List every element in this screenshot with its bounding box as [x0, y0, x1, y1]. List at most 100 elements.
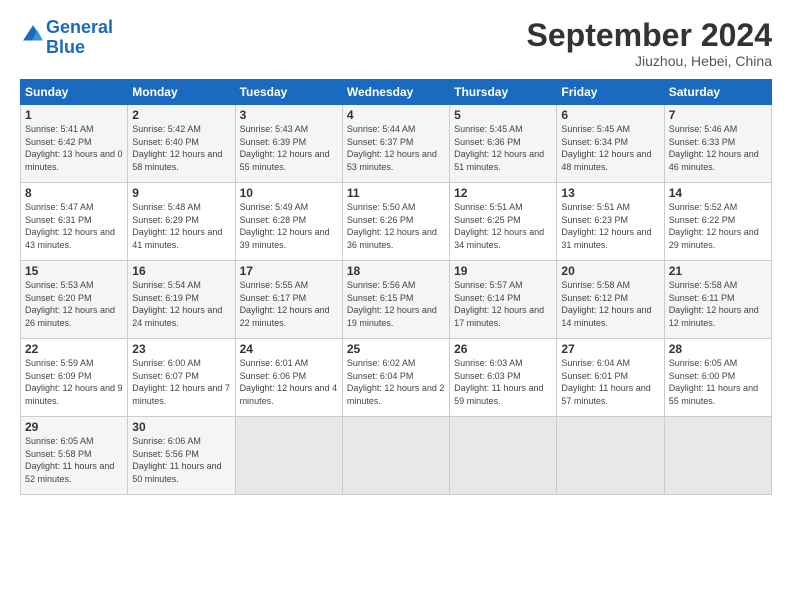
logo-text-general: General	[46, 18, 113, 38]
day-info: Sunrise: 5:58 AMSunset: 6:11 PMDaylight:…	[669, 279, 767, 329]
title-section: September 2024 Jiuzhou, Hebei, China	[527, 18, 772, 69]
calendar-cell: 2 Sunrise: 5:42 AMSunset: 6:40 PMDayligh…	[128, 105, 235, 183]
day-number: 25	[347, 342, 445, 356]
day-number: 27	[561, 342, 659, 356]
calendar-cell: 7 Sunrise: 5:46 AMSunset: 6:33 PMDayligh…	[664, 105, 771, 183]
day-number: 1	[25, 108, 123, 122]
day-info: Sunrise: 5:49 AMSunset: 6:28 PMDaylight:…	[240, 201, 338, 251]
calendar-cell: 28 Sunrise: 6:05 AMSunset: 6:00 PMDaylig…	[664, 339, 771, 417]
day-info: Sunrise: 5:55 AMSunset: 6:17 PMDaylight:…	[240, 279, 338, 329]
calendar-cell: 1 Sunrise: 5:41 AMSunset: 6:42 PMDayligh…	[21, 105, 128, 183]
day-info: Sunrise: 6:01 AMSunset: 6:06 PMDaylight:…	[240, 357, 338, 407]
day-info: Sunrise: 6:04 AMSunset: 6:01 PMDaylight:…	[561, 357, 659, 407]
day-info: Sunrise: 6:06 AMSunset: 5:56 PMDaylight:…	[132, 435, 230, 485]
calendar-cell: 25 Sunrise: 6:02 AMSunset: 6:04 PMDaylig…	[342, 339, 449, 417]
calendar-cell: 29 Sunrise: 6:05 AMSunset: 5:58 PMDaylig…	[21, 417, 128, 495]
week-row-1: 1 Sunrise: 5:41 AMSunset: 6:42 PMDayligh…	[21, 105, 772, 183]
day-number: 14	[669, 186, 767, 200]
calendar-cell: 4 Sunrise: 5:44 AMSunset: 6:37 PMDayligh…	[342, 105, 449, 183]
location: Jiuzhou, Hebei, China	[527, 53, 772, 69]
day-number: 17	[240, 264, 338, 278]
calendar-cell: 22 Sunrise: 5:59 AMSunset: 6:09 PMDaylig…	[21, 339, 128, 417]
day-number: 29	[25, 420, 123, 434]
calendar-cell	[342, 417, 449, 495]
day-number: 6	[561, 108, 659, 122]
day-info: Sunrise: 5:57 AMSunset: 6:14 PMDaylight:…	[454, 279, 552, 329]
day-number: 7	[669, 108, 767, 122]
day-number: 24	[240, 342, 338, 356]
day-number: 5	[454, 108, 552, 122]
calendar-cell: 18 Sunrise: 5:56 AMSunset: 6:15 PMDaylig…	[342, 261, 449, 339]
calendar-cell: 12 Sunrise: 5:51 AMSunset: 6:25 PMDaylig…	[450, 183, 557, 261]
calendar-cell: 24 Sunrise: 6:01 AMSunset: 6:06 PMDaylig…	[235, 339, 342, 417]
week-row-5: 29 Sunrise: 6:05 AMSunset: 5:58 PMDaylig…	[21, 417, 772, 495]
day-info: Sunrise: 5:41 AMSunset: 6:42 PMDaylight:…	[25, 123, 123, 173]
day-number: 11	[347, 186, 445, 200]
week-row-2: 8 Sunrise: 5:47 AMSunset: 6:31 PMDayligh…	[21, 183, 772, 261]
day-info: Sunrise: 5:58 AMSunset: 6:12 PMDaylight:…	[561, 279, 659, 329]
weekday-header-monday: Monday	[128, 80, 235, 105]
calendar-cell: 13 Sunrise: 5:51 AMSunset: 6:23 PMDaylig…	[557, 183, 664, 261]
header: General Blue September 2024 Jiuzhou, Heb…	[20, 18, 772, 69]
calendar-cell: 16 Sunrise: 5:54 AMSunset: 6:19 PMDaylig…	[128, 261, 235, 339]
calendar-cell: 23 Sunrise: 6:00 AMSunset: 6:07 PMDaylig…	[128, 339, 235, 417]
month-title: September 2024	[527, 18, 772, 53]
day-info: Sunrise: 6:05 AMSunset: 6:00 PMDaylight:…	[669, 357, 767, 407]
day-info: Sunrise: 5:48 AMSunset: 6:29 PMDaylight:…	[132, 201, 230, 251]
weekday-header-tuesday: Tuesday	[235, 80, 342, 105]
day-info: Sunrise: 6:05 AMSunset: 5:58 PMDaylight:…	[25, 435, 123, 485]
calendar-cell: 20 Sunrise: 5:58 AMSunset: 6:12 PMDaylig…	[557, 261, 664, 339]
day-number: 9	[132, 186, 230, 200]
weekday-header-saturday: Saturday	[664, 80, 771, 105]
calendar-cell: 17 Sunrise: 5:55 AMSunset: 6:17 PMDaylig…	[235, 261, 342, 339]
day-number: 20	[561, 264, 659, 278]
calendar-cell: 19 Sunrise: 5:57 AMSunset: 6:14 PMDaylig…	[450, 261, 557, 339]
calendar-cell	[557, 417, 664, 495]
day-number: 10	[240, 186, 338, 200]
day-info: Sunrise: 5:50 AMSunset: 6:26 PMDaylight:…	[347, 201, 445, 251]
calendar-cell: 21 Sunrise: 5:58 AMSunset: 6:11 PMDaylig…	[664, 261, 771, 339]
calendar-cell	[450, 417, 557, 495]
day-number: 4	[347, 108, 445, 122]
day-number: 18	[347, 264, 445, 278]
calendar-cell: 8 Sunrise: 5:47 AMSunset: 6:31 PMDayligh…	[21, 183, 128, 261]
page: General Blue September 2024 Jiuzhou, Heb…	[0, 0, 792, 612]
calendar-cell: 10 Sunrise: 5:49 AMSunset: 6:28 PMDaylig…	[235, 183, 342, 261]
weekday-header-row: SundayMondayTuesdayWednesdayThursdayFrid…	[21, 80, 772, 105]
day-number: 28	[669, 342, 767, 356]
day-number: 21	[669, 264, 767, 278]
calendar-cell: 6 Sunrise: 5:45 AMSunset: 6:34 PMDayligh…	[557, 105, 664, 183]
day-info: Sunrise: 5:51 AMSunset: 6:25 PMDaylight:…	[454, 201, 552, 251]
calendar-cell: 14 Sunrise: 5:52 AMSunset: 6:22 PMDaylig…	[664, 183, 771, 261]
calendar-cell: 26 Sunrise: 6:03 AMSunset: 6:03 PMDaylig…	[450, 339, 557, 417]
logo-icon	[22, 24, 44, 46]
day-info: Sunrise: 5:43 AMSunset: 6:39 PMDaylight:…	[240, 123, 338, 173]
day-number: 26	[454, 342, 552, 356]
day-number: 19	[454, 264, 552, 278]
week-row-3: 15 Sunrise: 5:53 AMSunset: 6:20 PMDaylig…	[21, 261, 772, 339]
day-info: Sunrise: 5:53 AMSunset: 6:20 PMDaylight:…	[25, 279, 123, 329]
calendar-cell	[235, 417, 342, 495]
weekday-header-wednesday: Wednesday	[342, 80, 449, 105]
day-info: Sunrise: 5:54 AMSunset: 6:19 PMDaylight:…	[132, 279, 230, 329]
calendar-cell: 5 Sunrise: 5:45 AMSunset: 6:36 PMDayligh…	[450, 105, 557, 183]
day-number: 30	[132, 420, 230, 434]
weekday-header-sunday: Sunday	[21, 80, 128, 105]
day-number: 2	[132, 108, 230, 122]
weekday-header-thursday: Thursday	[450, 80, 557, 105]
weekday-header-friday: Friday	[557, 80, 664, 105]
calendar-cell: 9 Sunrise: 5:48 AMSunset: 6:29 PMDayligh…	[128, 183, 235, 261]
day-number: 3	[240, 108, 338, 122]
day-info: Sunrise: 5:44 AMSunset: 6:37 PMDaylight:…	[347, 123, 445, 173]
day-info: Sunrise: 5:52 AMSunset: 6:22 PMDaylight:…	[669, 201, 767, 251]
day-info: Sunrise: 5:51 AMSunset: 6:23 PMDaylight:…	[561, 201, 659, 251]
day-info: Sunrise: 6:02 AMSunset: 6:04 PMDaylight:…	[347, 357, 445, 407]
day-info: Sunrise: 5:56 AMSunset: 6:15 PMDaylight:…	[347, 279, 445, 329]
logo-text-blue: Blue	[46, 38, 113, 58]
calendar-cell: 11 Sunrise: 5:50 AMSunset: 6:26 PMDaylig…	[342, 183, 449, 261]
day-number: 22	[25, 342, 123, 356]
calendar-cell: 15 Sunrise: 5:53 AMSunset: 6:20 PMDaylig…	[21, 261, 128, 339]
calendar-cell	[664, 417, 771, 495]
day-info: Sunrise: 5:45 AMSunset: 6:34 PMDaylight:…	[561, 123, 659, 173]
day-info: Sunrise: 5:47 AMSunset: 6:31 PMDaylight:…	[25, 201, 123, 251]
